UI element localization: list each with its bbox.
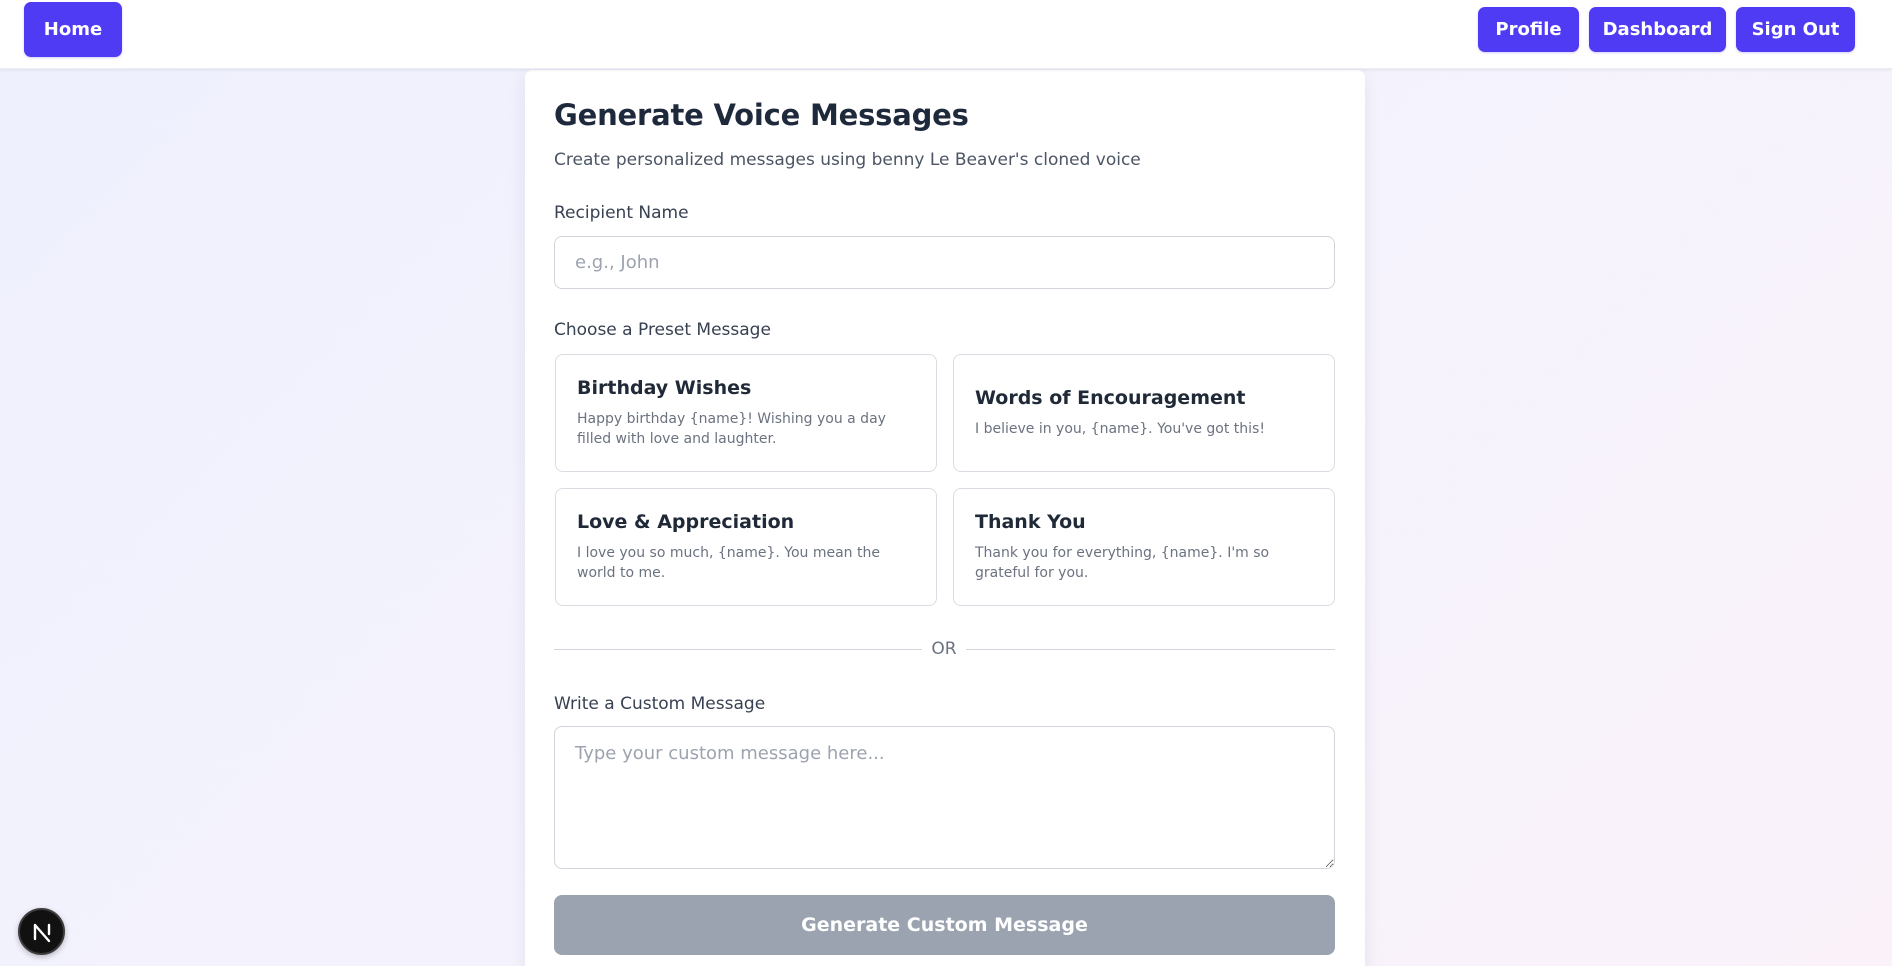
top-navbar: Home Profile Dashboard Sign Out bbox=[0, 0, 1892, 69]
preset-birthday-wishes[interactable]: Birthday Wishes Happy birthday {name}! W… bbox=[555, 354, 937, 472]
custom-message-label: Write a Custom Message bbox=[554, 694, 766, 714]
generate-custom-message-button[interactable]: Generate Custom Message bbox=[554, 895, 1335, 955]
page-subtitle: Create personalized messages using benny… bbox=[554, 150, 1141, 170]
preset-text: Thank you for everything, {name}. I'm so… bbox=[975, 545, 1270, 581]
preset-text: I love you so much, {name}. You mean the… bbox=[577, 545, 880, 581]
preset-title: Words of Encouragement bbox=[975, 387, 1246, 409]
nextjs-n-glyph bbox=[33, 923, 50, 942]
nextjs-logo-icon[interactable] bbox=[18, 908, 65, 955]
preset-text: Happy birthday {name}! Wishing you a day… bbox=[577, 411, 886, 447]
custom-message-textarea[interactable] bbox=[554, 726, 1335, 869]
dashboard-button[interactable]: Dashboard bbox=[1589, 7, 1726, 52]
sign-out-button[interactable]: Sign Out bbox=[1736, 7, 1855, 52]
recipient-name-label: Recipient Name bbox=[554, 203, 689, 223]
preset-text: I believe in you, {name}. You've got thi… bbox=[975, 421, 1265, 437]
divider-line-left bbox=[554, 649, 922, 650]
preset-title: Love & Appreciation bbox=[577, 511, 795, 533]
preset-message-label: Choose a Preset Message bbox=[554, 320, 771, 340]
profile-button[interactable]: Profile bbox=[1478, 7, 1579, 52]
page-title: Generate Voice Messages bbox=[554, 98, 969, 132]
preset-title: Birthday Wishes bbox=[577, 377, 752, 399]
preset-love-appreciation[interactable]: Love & Appreciation I love you so much, … bbox=[555, 488, 937, 606]
recipient-name-input[interactable] bbox=[554, 236, 1335, 289]
preset-thank-you[interactable]: Thank You Thank you for everything, {nam… bbox=[953, 488, 1335, 606]
divider-line-right bbox=[966, 649, 1335, 650]
or-divider-text: OR bbox=[931, 639, 957, 659]
preset-title: Thank You bbox=[975, 511, 1086, 533]
preset-words-of-encouragement[interactable]: Words of Encouragement I believe in you,… bbox=[953, 354, 1335, 472]
voice-message-card: Generate Voice Messages Create personali… bbox=[525, 70, 1365, 966]
home-button[interactable]: Home bbox=[24, 2, 122, 57]
